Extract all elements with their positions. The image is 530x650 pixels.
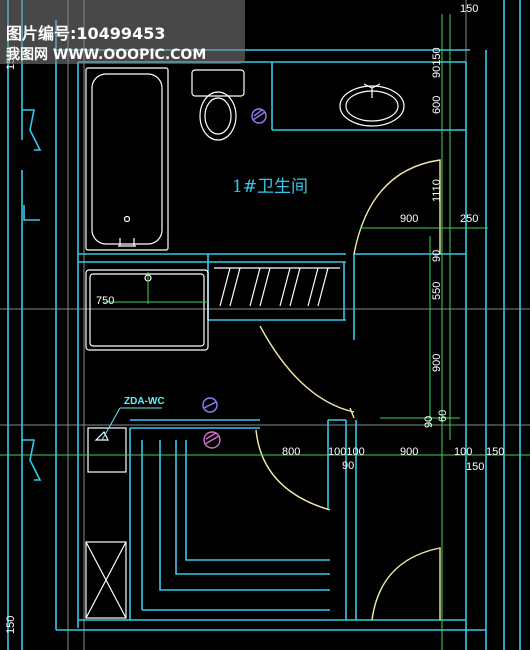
- dim-750: 750: [96, 295, 114, 307]
- dim-100: 100: [454, 446, 472, 458]
- drain-symbols: [202, 108, 267, 413]
- dim-600: 600: [431, 96, 443, 114]
- shower-tray: [85, 269, 209, 351]
- shower-tray-inner: [89, 273, 205, 347]
- dim-550: 550: [431, 282, 443, 300]
- dim-900b: 900: [400, 446, 418, 458]
- dim-1110: 1110: [431, 179, 443, 202]
- dim-150a: 150: [486, 446, 504, 458]
- bathtub: [85, 67, 169, 251]
- doors: [255, 159, 441, 621]
- dim-250: 250: [460, 213, 478, 225]
- door-lower: [255, 429, 331, 511]
- watermark-panel: 图片编号:10499453 我图网 WWW.OOOPIC.COM: [0, 0, 245, 64]
- dim-90b: 90: [423, 416, 435, 428]
- dim-top-150: 150: [460, 3, 478, 15]
- drain-symbol-pink: [203, 431, 221, 449]
- dim-900v: 900: [431, 354, 443, 372]
- dim-90150: 90150: [431, 47, 443, 78]
- room-label: 1#卫生间: [232, 177, 308, 197]
- dim-150b: 150: [466, 461, 484, 473]
- dim-90: 90: [342, 460, 354, 472]
- dim-100100: 100100: [328, 446, 365, 458]
- dim-900: 900: [400, 213, 418, 225]
- dim-left-150b: 150: [5, 616, 17, 634]
- toilet-seat: [204, 97, 232, 135]
- fixture-tag: ZDA-WC: [124, 396, 165, 407]
- dim-800: 800: [282, 446, 300, 458]
- dimension-lines: [0, 14, 530, 650]
- watermark-image-id: 图片编号:10499453: [6, 24, 166, 43]
- bathtub-drain: [123, 215, 131, 223]
- bathtub-inner: [91, 73, 163, 245]
- door-closet: [259, 325, 355, 413]
- shelf-slats: [214, 267, 340, 307]
- column-markers: [23, 205, 40, 221]
- dim-60: 60: [437, 410, 449, 422]
- floor-drain-box: [87, 427, 127, 473]
- fixture-tag-leader: [101, 407, 162, 441]
- walls: [7, 0, 521, 650]
- door-bottom: [371, 547, 441, 621]
- door-bathroom: [353, 159, 441, 255]
- bathtub-faucet: [118, 238, 136, 247]
- watermark-site: 我图网 WWW.OOOPIC.COM: [6, 47, 207, 63]
- dim-90a: 90: [431, 250, 443, 262]
- floor-plan-canvas: 150 90150 600 1110 900 250 90 550 750 90…: [0, 0, 530, 650]
- floor-plan-drawing: 150 90150 600 1110 900 250 90 550 750 90…: [0, 0, 530, 650]
